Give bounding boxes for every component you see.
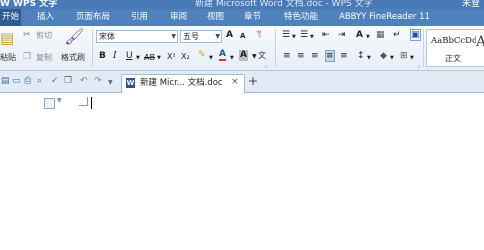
chinese-layout-button[interactable]: A: [356, 30, 363, 41]
chevron-down-icon[interactable]: ▼: [292, 32, 296, 43]
style-next-sample: A: [476, 34, 484, 50]
chevron-down-icon[interactable]: ▼: [367, 53, 371, 64]
chevron-down-icon[interactable]: ▼: [410, 53, 414, 64]
menu-bar: 开始 插入 页面布局 引用 审阅 视图 章节 特色功能 ABBYY FineRe…: [0, 9, 484, 26]
redo-icon[interactable]: ↷: [94, 76, 102, 87]
paragraph-marker-icon[interactable]: [44, 98, 55, 109]
font-size-value: 五号: [183, 32, 199, 41]
format-painter-button[interactable]: 格式刷: [61, 52, 85, 63]
chevron-down-icon[interactable]: ▼: [171, 31, 176, 42]
line-spacing-button[interactable]: ↕: [357, 51, 365, 62]
font-color-button[interactable]: A: [219, 50, 226, 61]
group-divider: [92, 29, 93, 67]
font-size-combo[interactable]: 五号 ▼: [180, 30, 222, 43]
italic-button[interactable]: I: [113, 51, 117, 62]
show-marks-button[interactable]: ↵: [393, 30, 401, 41]
align-right-button[interactable]: ≡: [311, 51, 319, 62]
style-normal[interactable]: AaBbCcDd 正文: [426, 29, 478, 67]
group-divider: [423, 29, 424, 67]
decrease-indent-button[interactable]: ⇤: [322, 30, 330, 41]
align-center-button[interactable]: ≡: [297, 51, 305, 62]
spellcheck-icon[interactable]: ✓: [51, 76, 59, 87]
tab-sections[interactable]: 章节: [244, 9, 261, 26]
chevron-down-icon[interactable]: ▼: [57, 97, 62, 104]
tab-review[interactable]: 审阅: [170, 9, 187, 26]
borders-button[interactable]: ⊞: [400, 51, 408, 62]
app-title: W WPS 文字: [0, 0, 58, 9]
chevron-down-icon[interactable]: ▼: [252, 51, 257, 62]
open-icon[interactable]: ▭: [12, 76, 21, 87]
print-icon[interactable]: ⎙: [24, 76, 31, 87]
chevron-down-icon[interactable]: ▼: [215, 31, 220, 42]
highlight-icon[interactable]: ✎: [198, 50, 206, 61]
strikethrough-button[interactable]: AB: [144, 52, 155, 63]
bold-button[interactable]: B: [99, 51, 106, 62]
document-page[interactable]: ▼: [0, 93, 484, 250]
window-title: 新建 Microsoft Word 文档.doc - WPS 文字: [195, 0, 373, 9]
copy-icon[interactable]: ❐: [23, 52, 31, 63]
chevron-down-icon[interactable]: ▼: [230, 53, 234, 64]
word-document-icon: W: [126, 78, 135, 88]
tab-document[interactable]: W 新建 Micr... 文档.doc ×: [121, 74, 245, 93]
title-bar: W WPS 文字 新建 Microsoft Word 文档.doc - WPS …: [0, 0, 484, 9]
table-grid-icon[interactable]: ▦: [376, 30, 385, 41]
font-name-combo[interactable]: 宋体 ▼: [96, 30, 178, 43]
numbering-button[interactable]: ☰: [300, 30, 308, 41]
chevron-down-icon[interactable]: ▼: [157, 53, 161, 64]
chevron-down-icon[interactable]: ▼: [209, 53, 213, 64]
close-icon[interactable]: ×: [231, 77, 239, 88]
insert-textbox-icon[interactable]: ▣: [410, 29, 421, 41]
char-shading-button[interactable]: A: [239, 50, 248, 61]
align-left-button[interactable]: ≡: [283, 51, 291, 62]
document-tab-label: 新建 Micr... 文档.doc: [140, 78, 223, 88]
ribbon-home: ▤ 粘贴 ✂ 剪切 ❐ 复制 🖌 格式刷 宋体 ▼ 五号 ▼ A A ꔳ B I…: [0, 26, 484, 71]
chevron-down-icon[interactable]: ▼: [310, 32, 314, 43]
tab-abbyy-finereader[interactable]: ABBYY FineReader 11: [339, 9, 430, 26]
paragraph-dialog-launcher-icon[interactable]: ⌟: [417, 60, 420, 71]
margin-corner-mark: [79, 97, 88, 106]
format-painter-icon[interactable]: 🖌: [64, 28, 84, 46]
new-tab-button[interactable]: +: [248, 75, 258, 87]
tab-home[interactable]: 开始: [0, 9, 22, 26]
grow-font-button[interactable]: A: [226, 30, 233, 41]
clear-format-button[interactable]: ꔳ: [256, 30, 262, 41]
customize-toolbar-icon[interactable]: ▼: [108, 77, 113, 88]
tab-special-features[interactable]: 特色功能: [284, 9, 318, 26]
tab-references[interactable]: 引用: [131, 9, 148, 26]
export-pdf-icon[interactable]: ❐: [64, 76, 72, 87]
chevron-down-icon[interactable]: ▼: [136, 53, 140, 64]
scissors-icon[interactable]: ✂: [23, 30, 31, 41]
tab-insert[interactable]: 插入: [37, 9, 54, 26]
tab-page-layout[interactable]: 页面布局: [76, 9, 110, 26]
paste-icon[interactable]: ▤: [0, 29, 14, 47]
shading-button[interactable]: ◆: [380, 51, 387, 62]
style-sample: AaBbCcDd: [431, 36, 478, 46]
distributed-align-button[interactable]: ≡: [340, 51, 348, 62]
chevron-down-icon[interactable]: ▼: [366, 32, 370, 43]
paste-label[interactable]: 粘贴: [0, 52, 16, 63]
style-next-preview[interactable]: A: [476, 29, 484, 67]
superscript-button[interactable]: X²: [167, 51, 176, 62]
cut-button[interactable]: 剪切: [36, 30, 52, 41]
save-icon[interactable]: ▤: [1, 76, 10, 87]
document-tab-bar: ▤ ▭ ⎙ ⌕ ✓ ❐ ↶ ↷ ▼ W 新建 Micr... 文档.doc × …: [0, 71, 484, 93]
subscript-button[interactable]: X₂: [181, 51, 190, 62]
undo-icon[interactable]: ↶: [80, 76, 88, 87]
chevron-down-icon[interactable]: ▼: [390, 53, 394, 64]
justify-button[interactable]: ≡: [325, 50, 335, 62]
bullets-button[interactable]: ☰: [282, 30, 290, 41]
shrink-font-button[interactable]: A: [240, 31, 245, 42]
login-button[interactable]: 未登: [462, 0, 480, 9]
copy-button[interactable]: 复制: [36, 52, 52, 63]
increase-indent-button[interactable]: ⇥: [338, 30, 346, 41]
style-name: 正文: [445, 54, 461, 63]
wps-writer-window: W WPS 文字 新建 Microsoft Word 文档.doc - WPS …: [0, 0, 484, 250]
font-dialog-launcher-icon[interactable]: ⌟: [264, 60, 267, 71]
tab-view[interactable]: 视图: [207, 9, 224, 26]
print-preview-icon[interactable]: ⌕: [37, 76, 42, 87]
text-cursor: [91, 97, 92, 109]
underline-button[interactable]: U: [126, 51, 133, 62]
group-divider: [275, 29, 276, 67]
font-name-value: 宋体: [99, 32, 115, 41]
